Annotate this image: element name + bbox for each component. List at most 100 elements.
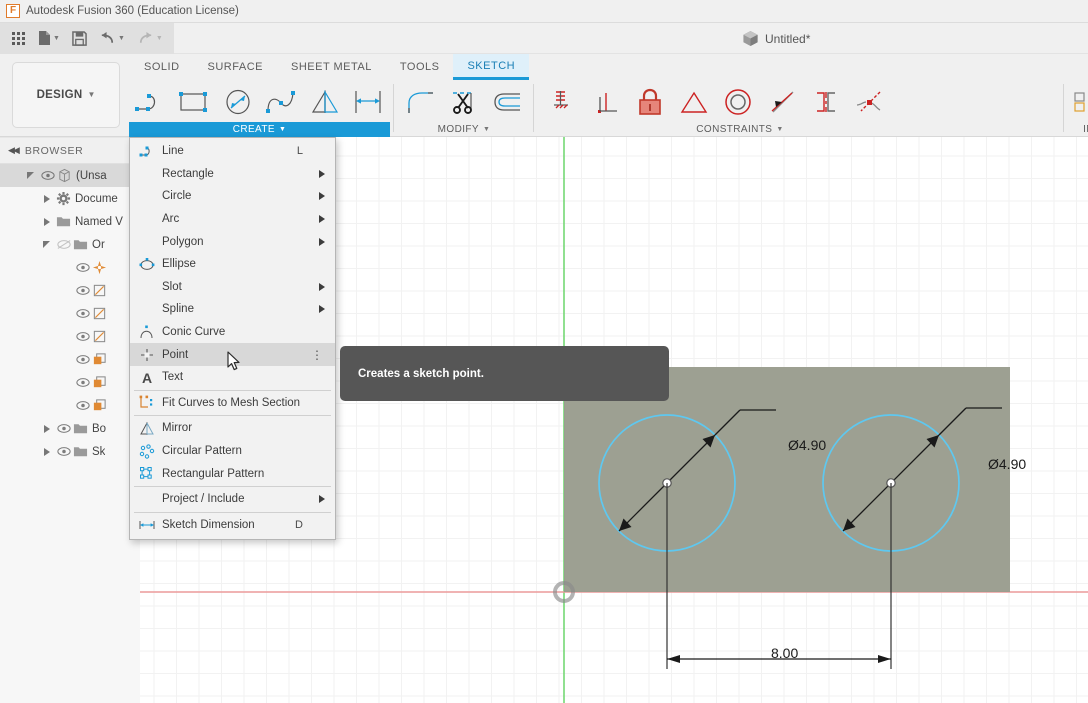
visibility-eye-icon[interactable] — [74, 354, 91, 365]
tree-node-axis-x[interactable] — [0, 348, 140, 371]
folder-icon — [72, 445, 89, 458]
constraints-panel-title[interactable]: CONSTRAINTS ▼ — [655, 122, 825, 137]
visibility-eye-icon[interactable] — [55, 423, 72, 434]
tree-node-axis-z[interactable] — [0, 394, 140, 417]
plane-icon — [91, 306, 108, 321]
tree-node-plane-xz[interactable] — [0, 302, 140, 325]
insert-panel-title[interactable]: INS — [1074, 122, 1088, 137]
tool-sketch-dimension[interactable] — [347, 81, 391, 123]
tree-node-bodies[interactable]: Bo — [0, 417, 140, 440]
tool-spline[interactable] — [260, 81, 304, 123]
workspace-switcher[interactable]: DESIGN ▼ — [12, 62, 120, 128]
expander-open-icon[interactable] — [38, 241, 55, 248]
menu-item-spline[interactable]: Spline — [130, 298, 335, 321]
menu-item-point[interactable]: Point ⋮ — [130, 343, 335, 371]
tool-mirror[interactable] — [303, 81, 347, 123]
tool-curvature[interactable] — [848, 81, 892, 123]
visibility-eye-icon[interactable] — [74, 262, 91, 273]
menu-item-rectangular-pattern[interactable]: Rectangular Pattern — [130, 462, 335, 485]
visibility-eye-icon[interactable] — [39, 170, 56, 181]
menu-item-label: Line — [162, 145, 184, 158]
tab-sketch[interactable]: SKETCH — [453, 54, 530, 80]
tree-node-named-views[interactable]: Named V — [0, 210, 140, 233]
document-tab[interactable]: Untitled* — [742, 23, 810, 54]
tool-tangent[interactable] — [760, 81, 804, 123]
more-options-icon[interactable]: ⋮ — [311, 349, 323, 361]
create-panel-title[interactable]: CREATE ▼ — [129, 122, 390, 137]
menu-item-circular-pattern[interactable]: Circular Pattern — [130, 440, 335, 463]
tool-symmetry[interactable] — [804, 81, 848, 123]
menu-item-rectangle[interactable]: Rectangle — [130, 163, 335, 186]
tool-offset[interactable] — [486, 81, 529, 123]
visibility-eye-icon[interactable] — [74, 331, 91, 342]
app-grid-button[interactable] — [8, 29, 29, 48]
dimension-label-diameter-left[interactable]: Ø4.90 — [788, 437, 826, 453]
browser-header[interactable]: ◀◀ BROWSER — [0, 137, 140, 164]
expander-closed-icon[interactable] — [38, 217, 55, 226]
menu-item-slot[interactable]: Slot — [130, 276, 335, 299]
menu-item-fit-curves-to-mesh-section[interactable]: Fit Curves to Mesh Section — [130, 392, 335, 415]
tool-equal[interactable] — [672, 81, 716, 123]
tool-horizontal-vertical[interactable] — [540, 81, 584, 123]
submenu-arrow-icon — [319, 495, 325, 504]
tree-node-plane-xy[interactable] — [0, 279, 140, 302]
visibility-eye-icon[interactable] — [55, 239, 72, 250]
tree-node-label: Named V — [75, 215, 123, 228]
tab-solid[interactable]: SOLID — [130, 54, 194, 80]
expander-open-icon[interactable] — [22, 172, 39, 179]
tree-node-sketches[interactable]: Sk — [0, 440, 140, 463]
expander-closed-icon[interactable] — [38, 447, 55, 456]
new-document-button[interactable]: ▼ — [35, 28, 63, 48]
panel-divider — [533, 84, 534, 132]
visibility-eye-icon[interactable] — [74, 400, 91, 411]
save-button[interactable] — [69, 29, 90, 48]
tool-insert[interactable] — [1070, 81, 1088, 123]
panel-create: CREATE ▼ — [129, 81, 390, 137]
visibility-eye-icon[interactable] — [74, 308, 91, 319]
collapse-left-icon[interactable]: ◀◀ — [8, 145, 20, 156]
tree-node-label: (Unsa — [76, 169, 107, 182]
dimension-label-distance[interactable]: 8.00 — [771, 645, 798, 661]
dimension-label-diameter-right[interactable]: Ø4.90 — [988, 456, 1026, 472]
visibility-eye-icon[interactable] — [55, 446, 72, 457]
menu-item-circle[interactable]: Circle — [130, 185, 335, 208]
tree-node-origin[interactable]: Or — [0, 233, 140, 256]
tool-fillet[interactable] — [399, 81, 442, 123]
tool-fix-unfix[interactable] — [628, 81, 672, 123]
menu-item-project-include[interactable]: Project / Include — [130, 488, 335, 511]
tree-node-origin-point[interactable] — [0, 256, 140, 279]
tree-node-document-settings[interactable]: Docume — [0, 187, 140, 210]
menu-item-sketch-dimension[interactable]: Sketch Dimension D — [130, 514, 335, 537]
fit-curves-icon — [136, 395, 158, 410]
curvature-icon — [856, 91, 881, 112]
menu-item-conic-curve[interactable]: Conic Curve — [130, 321, 335, 344]
visibility-eye-icon[interactable] — [74, 285, 91, 296]
menu-item-arc[interactable]: Arc — [130, 208, 335, 231]
tree-node-plane-yz[interactable] — [0, 325, 140, 348]
tool-perpendicular[interactable] — [584, 81, 628, 123]
tool-rectangle[interactable] — [173, 81, 217, 123]
tool-trim[interactable] — [442, 81, 485, 123]
tool-line[interactable] — [129, 81, 173, 123]
menu-item-ellipse[interactable]: Ellipse — [130, 253, 335, 276]
insert-panel-tools — [1070, 81, 1088, 123]
tool-concentric[interactable] — [716, 81, 760, 123]
menu-item-mirror[interactable]: Mirror — [130, 417, 335, 440]
tab-sheet-metal[interactable]: SHEET METAL — [277, 54, 386, 80]
tool-circle[interactable] — [216, 81, 260, 123]
undo-button[interactable]: ▼ — [96, 29, 128, 48]
redo-button[interactable]: ▼ — [134, 29, 166, 48]
menu-item-polygon[interactable]: Polygon — [130, 230, 335, 253]
menu-item-line[interactable]: Line L — [130, 140, 335, 163]
mirror-icon — [136, 421, 158, 436]
tree-node-axis-y[interactable] — [0, 371, 140, 394]
tree-node-root[interactable]: (Unsa — [0, 164, 140, 187]
expander-closed-icon[interactable] — [38, 424, 55, 433]
visibility-eye-icon[interactable] — [74, 377, 91, 388]
tab-tools[interactable]: TOOLS — [386, 54, 454, 80]
tab-surface[interactable]: SURFACE — [194, 54, 277, 80]
menu-separator — [134, 415, 331, 417]
expander-closed-icon[interactable] — [38, 194, 55, 203]
fillet-icon — [408, 92, 433, 113]
modify-panel-title[interactable]: MODIFY ▼ — [399, 122, 529, 137]
